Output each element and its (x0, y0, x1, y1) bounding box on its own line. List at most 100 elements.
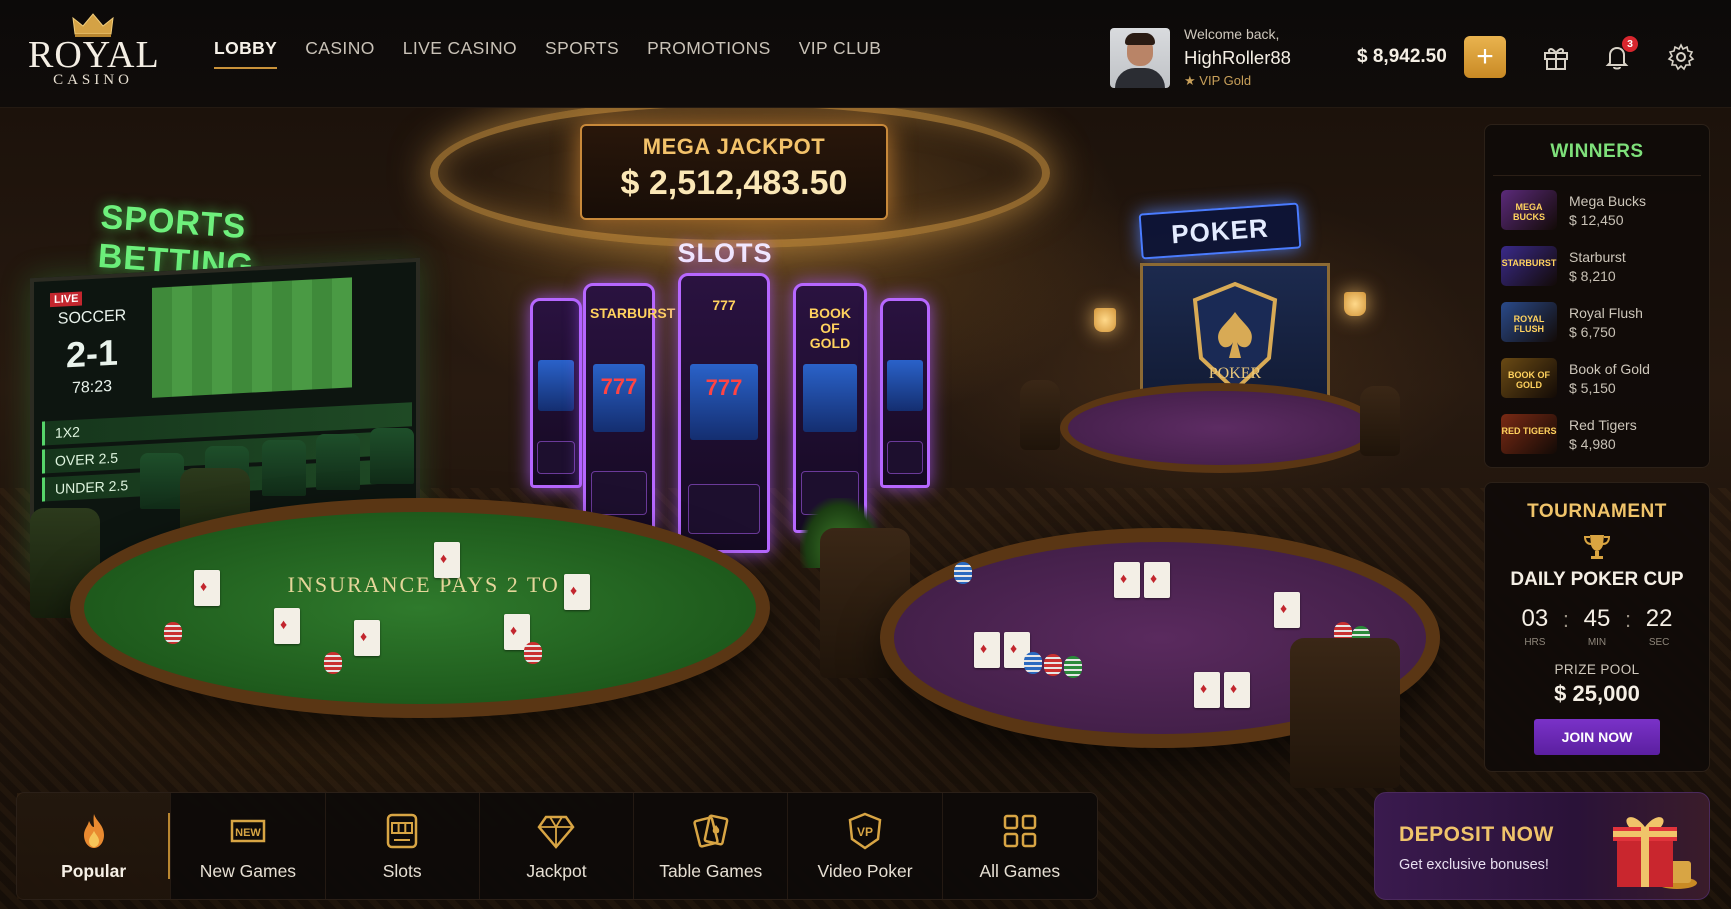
deposit-title: DEPOSIT NOW (1399, 823, 1554, 846)
trophy-icon (1583, 535, 1611, 559)
notification-badge: 3 (1622, 36, 1638, 52)
tournament-title: TOURNAMENT (1527, 501, 1667, 522)
timer-minutes-label: MIN (1587, 637, 1607, 648)
user-profile[interactable]: Welcome back, HighRoller88 ★ VIP Gold (1110, 26, 1291, 89)
chair (1290, 638, 1400, 788)
new-badge-icon: NEW (230, 819, 266, 842)
slot-machine[interactable] (880, 298, 930, 488)
category-popular[interactable]: Popular (17, 793, 172, 899)
add-funds-button[interactable]: + (1464, 36, 1506, 78)
vp-badge-icon: VP (848, 812, 882, 850)
wall-lamp (1094, 308, 1116, 332)
grid-icon (1003, 814, 1037, 847)
category-new-games[interactable]: NEW New Games (171, 793, 326, 899)
chair (1020, 380, 1060, 450)
winner-game: Mega Bucks (1569, 192, 1647, 209)
slot-machine-icon (386, 813, 418, 848)
nav-promotions[interactable]: PROMOTIONS (647, 38, 771, 69)
mega-jackpot-display[interactable]: MEGA JACKPOT $ 2,512,483.50 (580, 124, 888, 220)
tv-match-time: 78:23 (71, 377, 113, 398)
winner-game: Starburst (1569, 248, 1626, 265)
main-nav: LOBBY CASINO LIVE CASINO SPORTS PROMOTIO… (214, 38, 909, 69)
winner-item[interactable]: BOOK OF GOLD Book of Gold $ 5,150 (1485, 350, 1709, 406)
wall-lamp (1344, 292, 1366, 316)
gear-icon[interactable] (1666, 42, 1696, 72)
soccer-field-image (152, 277, 352, 398)
winner-amount: $ 4,980 (1569, 435, 1616, 452)
winner-amount: $ 5,150 (1569, 379, 1616, 396)
slot-machine[interactable]: 777 777 (678, 273, 770, 553)
timer-seconds-label: SEC (1648, 637, 1670, 648)
category-video-poker[interactable]: VP Video Poker (788, 793, 943, 899)
welcome-text: Welcome back, (1184, 26, 1280, 42)
category-label: Jackpot (526, 860, 587, 881)
bar-stool (370, 428, 414, 484)
deposit-now-banner[interactable]: DEPOSIT NOW Get exclusive bonuses! (1374, 792, 1710, 900)
timer-hours-label: HRS (1524, 637, 1546, 648)
slot-title: STARBURST (589, 304, 676, 321)
avatar[interactable] (1110, 27, 1170, 88)
category-label: Video Poker (817, 860, 913, 881)
vip-tier: ★ VIP Gold (1184, 73, 1291, 89)
nav-sports[interactable]: SPORTS (545, 38, 619, 69)
game-thumbnail: MEGA BUCKS (1501, 190, 1557, 230)
bar-stool (140, 453, 184, 509)
logo-title: ROYAL (28, 34, 160, 76)
game-thumbnail: STARBURST (1501, 246, 1557, 286)
slot-machine[interactable]: STARBURST 777 (583, 283, 676, 533)
tournament-name: DAILY POKER CUP (1510, 569, 1684, 590)
cards-icon (693, 814, 729, 848)
winner-amount: $ 12,450 (1569, 211, 1624, 228)
slot-machine[interactable]: BOOK OF GOLD (793, 283, 867, 533)
category-slots[interactable]: Slots (326, 793, 480, 899)
category-table-games[interactable]: Table Games (634, 793, 789, 899)
wallet-balance: $ 8,942.50 (1357, 46, 1447, 67)
winners-title: WINNERS (1550, 141, 1644, 162)
game-thumbnail: BOOK OF GOLD (1501, 358, 1557, 398)
game-category-bar: Popular NEW New Games Slots Jackpot Tabl… (16, 792, 1098, 900)
slot-title: 777 (712, 296, 736, 313)
winner-game: Book of Gold (1569, 360, 1650, 377)
countdown-timer: 03 HRS : 45 MIN : 22 SEC (1485, 605, 1709, 648)
winner-item[interactable]: STARBURST Starburst $ 8,210 (1485, 238, 1709, 294)
nav-live-casino[interactable]: LIVE CASINO (403, 38, 517, 69)
chair (1360, 386, 1400, 456)
royal-casino-logo[interactable]: ROYAL CASINO (28, 12, 160, 96)
join-now-button[interactable]: JOIN NOW (1534, 719, 1660, 755)
winner-item[interactable]: RED TIGERS Red Tigers $ 4,980 (1485, 406, 1709, 462)
tournament-panel: TOURNAMENT DAILY POKER CUP 03 HRS : 45 M… (1484, 482, 1710, 772)
poker-sign[interactable]: POKER (1138, 202, 1302, 260)
username: HighRoller88 (1184, 47, 1291, 68)
gift-icon[interactable] (1541, 42, 1571, 72)
category-jackpot[interactable]: Jackpot (480, 793, 635, 899)
timer-seconds: 22 (1645, 605, 1673, 632)
diamond-icon (537, 815, 576, 849)
game-thumbnail: ROYAL FLUSH (1501, 302, 1557, 342)
timer-hours: 03 (1521, 605, 1549, 632)
winner-game: Red Tigers (1569, 416, 1637, 433)
bar-stool (262, 440, 306, 496)
slot-title: BOOK OF GOLD (808, 304, 851, 352)
casino-lobby-scene[interactable]: SPORTS BETTING LIVE SOCCER 2-1 78:23 1X2… (0, 108, 1731, 909)
jackpot-value: $ 2,512,483.50 (620, 164, 848, 202)
timer-minutes: 45 (1583, 605, 1611, 632)
nav-vip-club[interactable]: VIP CLUB (799, 38, 882, 69)
prize-pool-label: PRIZE POOL (1554, 662, 1640, 677)
game-thumbnail: RED TIGERS (1501, 414, 1557, 454)
slot-machine[interactable] (530, 298, 582, 488)
blackjack-table[interactable]: INSURANCE PAYS 2 TO 1 (70, 498, 770, 718)
winner-item[interactable]: ROYAL FLUSH Royal Flush $ 6,750 (1485, 294, 1709, 350)
tv-sport: SOCCER (57, 307, 127, 328)
nav-casino[interactable]: CASINO (305, 38, 375, 69)
category-label: All Games (979, 860, 1061, 881)
slots-sign[interactable]: SLOTS (640, 238, 810, 269)
nav-lobby[interactable]: LOBBY (214, 38, 278, 69)
poker-table-back[interactable] (1060, 383, 1380, 473)
winners-panel: WINNERS MEGA BUCKS Mega Bucks $ 12,450 S… (1484, 124, 1710, 468)
category-all-games[interactable]: All Games (943, 793, 1097, 899)
prize-pool-value: $ 25,000 (1554, 681, 1640, 706)
top-header: ROYAL CASINO LOBBY CASINO LIVE CASINO SP… (0, 0, 1731, 108)
svg-text:NEW: NEW (235, 827, 261, 839)
winner-item[interactable]: MEGA BUCKS Mega Bucks $ 12,450 (1485, 182, 1709, 238)
winner-amount: $ 8,210 (1569, 267, 1616, 284)
